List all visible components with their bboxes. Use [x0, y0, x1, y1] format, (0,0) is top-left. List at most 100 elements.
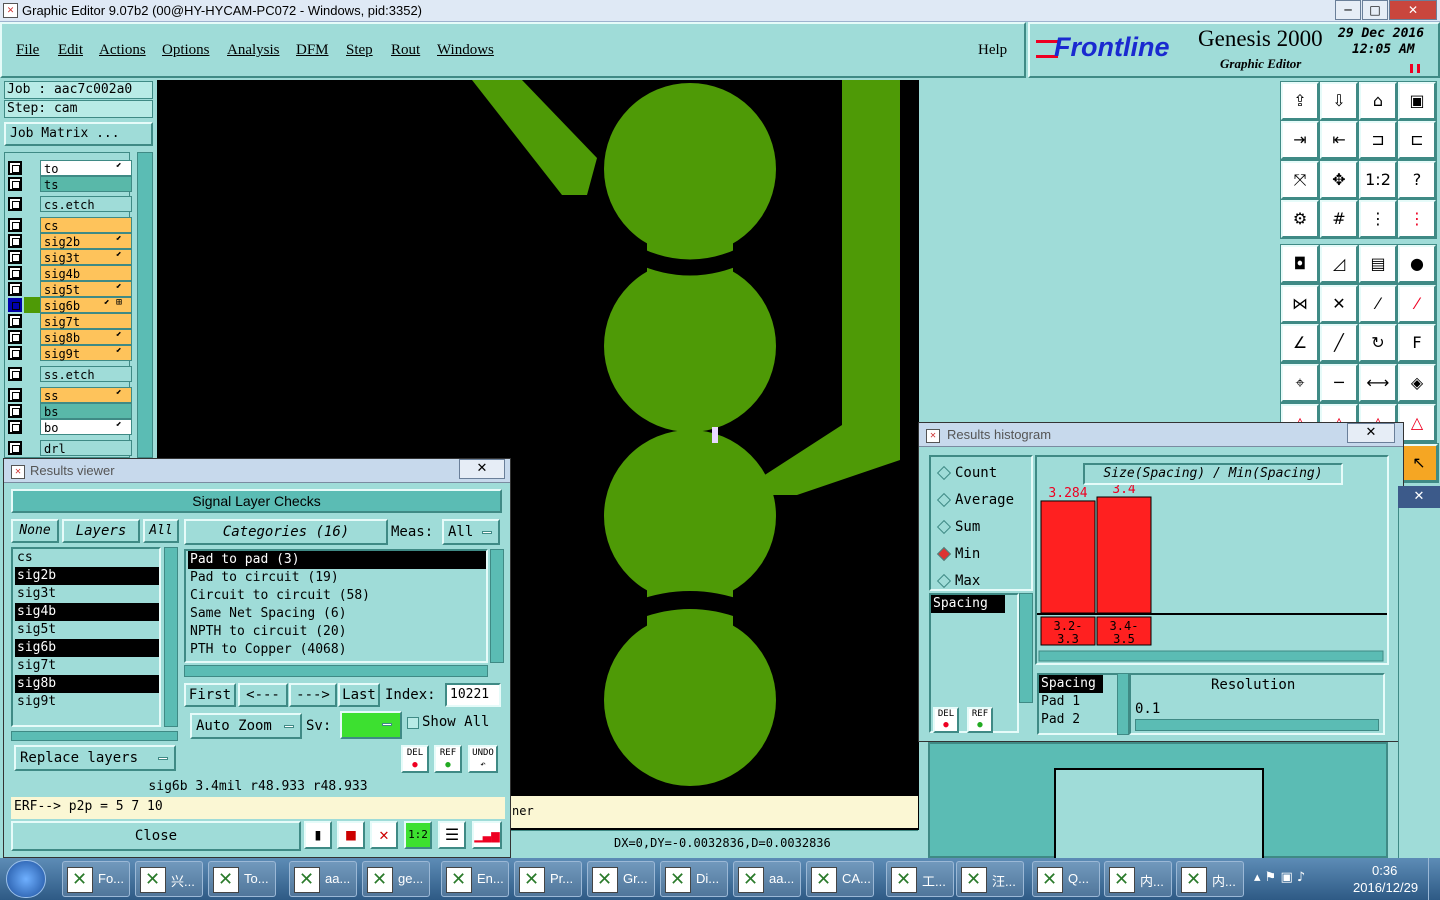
resolution-slider[interactable]: [1135, 719, 1379, 731]
grid-icon[interactable]: #: [1319, 199, 1359, 239]
spacing-item[interactable]: Spacing: [931, 595, 1005, 613]
histogram-icon[interactable]: ▁▃▅: [472, 821, 502, 849]
layer-row-ss[interactable]: ss ⬋: [8, 387, 132, 403]
ruler-icon[interactable]: ▤: [1358, 244, 1398, 284]
layer-status-cell[interactable]: [24, 313, 40, 329]
layer-results-scrollbar[interactable]: [164, 547, 178, 727]
category-scrollbar[interactable]: [490, 549, 504, 663]
layer-row-sig8b[interactable]: sig8b ⬋: [8, 329, 132, 345]
pad-icon[interactable]: ◘: [1280, 244, 1320, 284]
measure-icon[interactable]: ⟷: [1358, 363, 1398, 403]
categories-button[interactable]: Categories (16): [184, 519, 388, 545]
layer-checkbox[interactable]: [8, 234, 22, 248]
layer-row-sig9t[interactable]: sig9t ⬋: [8, 345, 132, 361]
home-icon[interactable]: ⌂: [1358, 81, 1398, 121]
angle-icon[interactable]: ∠: [1280, 323, 1320, 363]
close-button[interactable]: Close: [11, 821, 301, 851]
layer-name[interactable]: ts: [40, 176, 132, 192]
radio-diamond-icon[interactable]: [936, 465, 952, 481]
menu-actions[interactable]: Actions: [99, 42, 146, 59]
result-layer-item[interactable]: sig5t: [15, 621, 159, 639]
layer-row-ts[interactable]: ts: [8, 176, 132, 192]
menu-edit[interactable]: Edit: [58, 42, 83, 59]
result-layer-item[interactable]: sig8b: [15, 675, 159, 693]
layer-row-to[interactable]: to ⬋: [8, 160, 132, 176]
dash-icon[interactable]: ─: [1319, 363, 1359, 403]
taskbar-item[interactable]: CA...: [806, 861, 874, 897]
layer-status-cell[interactable]: [24, 160, 40, 176]
menu-analysis[interactable]: Analysis: [227, 42, 280, 59]
layer-name[interactable]: cs: [40, 217, 132, 233]
flip-icon[interactable]: ⊐: [1358, 120, 1398, 160]
none-button[interactable]: None: [11, 519, 59, 543]
index-input[interactable]: 10221: [445, 683, 501, 707]
layer-status-cell[interactable]: [24, 265, 40, 281]
layer-row-ss.etch[interactable]: ss.etch: [8, 366, 132, 382]
layer-status-cell[interactable]: [24, 345, 40, 361]
layer-status-cell[interactable]: [24, 440, 40, 456]
help-icon[interactable]: ?: [1397, 160, 1437, 200]
layer-row-sig7t[interactable]: sig7t: [8, 313, 132, 329]
mode-sum[interactable]: Sum: [935, 517, 1029, 539]
auto-zoom-select[interactable]: Auto Zoom: [190, 713, 302, 739]
window-icon[interactable]: ▣: [1397, 81, 1437, 121]
taskbar-item[interactable]: aa...: [289, 861, 357, 897]
layer-name[interactable]: bs: [40, 403, 132, 419]
layer-checkbox[interactable]: [8, 161, 22, 175]
input-icon[interactable]: ⇥: [1280, 120, 1320, 160]
layer-status-cell[interactable]: [24, 366, 40, 382]
layer-row-bo[interactable]: bo ⬋: [8, 419, 132, 435]
attribute-item[interactable]: Pad 1: [1039, 693, 1117, 711]
sv-color-select[interactable]: [340, 711, 402, 739]
category-item[interactable]: Same Net Spacing (6): [188, 605, 486, 623]
attribute-list[interactable]: Spacing Pad 1 Pad 2: [1037, 673, 1119, 735]
histogram-delete-button[interactable]: DEL ●: [933, 707, 959, 733]
menu-options[interactable]: Options: [162, 42, 210, 59]
layer-checkbox[interactable]: [8, 197, 22, 211]
result-layer-item[interactable]: sig7t: [15, 657, 159, 675]
taskbar-item[interactable]: Fo...: [62, 861, 130, 897]
minimize-button[interactable]: ─: [1335, 0, 1361, 20]
taskbar-item[interactable]: Di...: [660, 861, 728, 897]
layer-status-cell[interactable]: [24, 297, 40, 313]
layer-row-sig6b[interactable]: sig6b ⬋ ⊞: [8, 297, 132, 313]
rotate-icon[interactable]: ↻: [1358, 323, 1398, 363]
layer-name[interactable]: ss.etch: [40, 366, 132, 382]
layer-row-sig2b[interactable]: sig2b ⬋: [8, 233, 132, 249]
result-layer-item[interactable]: sig9t: [15, 693, 159, 711]
layer-checkbox[interactable]: [8, 314, 22, 328]
previous-button[interactable]: <---: [238, 683, 288, 707]
taskbar-item[interactable]: 汪...: [956, 861, 1024, 897]
category-list[interactable]: Pad to pad (3) Pad to circuit (19) Circuit…: [184, 549, 488, 663]
layer-status-cell[interactable]: [24, 281, 40, 297]
select-cursor-icon[interactable]: ↖: [1399, 443, 1439, 483]
layer-checkbox[interactable]: [8, 441, 22, 455]
layer-row-cs[interactable]: cs: [8, 217, 132, 233]
taskbar-item[interactable]: 内...: [1176, 861, 1244, 897]
undo-button[interactable]: UNDO ↶: [468, 745, 498, 773]
erf-command-line[interactable]: ERF--> p2p = 5 7 10: [11, 797, 505, 819]
show-all-checkbox[interactable]: [407, 717, 419, 729]
mode-average[interactable]: Average: [935, 490, 1029, 512]
radio-diamond-icon[interactable]: [936, 573, 952, 589]
taskbar-item[interactable]: Q...: [1032, 861, 1100, 897]
layer-status-cell[interactable]: [24, 217, 40, 233]
all-button[interactable]: All: [143, 519, 179, 543]
taskbar-item[interactable]: Gr...: [587, 861, 655, 897]
draw-icon[interactable]: ◿: [1319, 244, 1359, 284]
zoom-icon[interactable]: ✥: [1319, 160, 1359, 200]
snap-icon[interactable]: ⋮: [1358, 199, 1398, 239]
close-window-button[interactable]: ✕: [1389, 0, 1437, 20]
taskbar-item[interactable]: ge...: [362, 861, 430, 897]
menu-dfm[interactable]: DFM: [296, 42, 329, 59]
start-button[interactable]: [6, 860, 46, 898]
meas-select[interactable]: All: [442, 519, 500, 545]
result-layer-item[interactable]: sig2b: [15, 567, 159, 585]
histogram-bar[interactable]: [1096, 496, 1152, 614]
layer-status-cell[interactable]: [24, 196, 40, 212]
first-button[interactable]: First: [184, 683, 236, 707]
taskbar-item[interactable]: 兴...: [135, 861, 203, 897]
result-layer-item[interactable]: sig3t: [15, 585, 159, 603]
layer-name[interactable]: sig4b: [40, 265, 132, 281]
layer-status-cell[interactable]: [24, 176, 40, 192]
